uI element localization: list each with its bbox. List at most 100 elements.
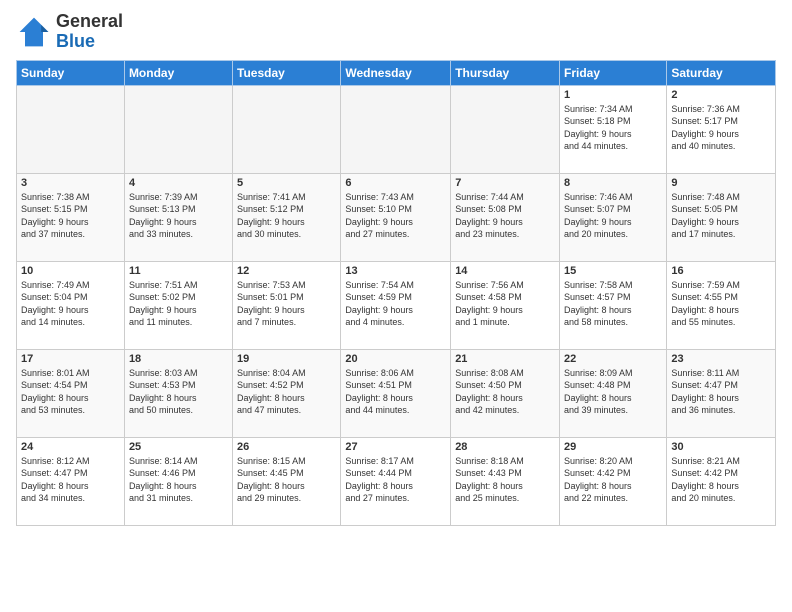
- calendar-cell: [341, 85, 451, 173]
- calendar-cell: [451, 85, 560, 173]
- day-number: 15: [564, 265, 662, 277]
- day-info: Sunrise: 7:36 AM Sunset: 5:17 PM Dayligh…: [671, 103, 771, 153]
- day-info: Sunrise: 8:01 AM Sunset: 4:54 PM Dayligh…: [21, 367, 120, 417]
- day-number: 9: [671, 177, 771, 189]
- weekday-header: Saturday: [667, 60, 776, 85]
- calendar-cell: 4Sunrise: 7:39 AM Sunset: 5:13 PM Daylig…: [124, 173, 232, 261]
- day-number: 28: [455, 441, 555, 453]
- day-info: Sunrise: 7:56 AM Sunset: 4:58 PM Dayligh…: [455, 279, 555, 329]
- calendar-cell: 16Sunrise: 7:59 AM Sunset: 4:55 PM Dayli…: [667, 261, 776, 349]
- day-number: 22: [564, 353, 662, 365]
- day-number: 13: [345, 265, 446, 277]
- day-info: Sunrise: 8:20 AM Sunset: 4:42 PM Dayligh…: [564, 455, 662, 505]
- day-number: 7: [455, 177, 555, 189]
- calendar-cell: 24 Sunrise: 8:12 AM Sunset: 4:47 PM Dayli…: [17, 437, 125, 525]
- day-number: 21: [455, 353, 555, 365]
- day-info: Sunrise: 8:04 AM Sunset: 4:52 PM Dayligh…: [237, 367, 336, 417]
- calendar-cell: 23 Sunrise: 8:11 AM Sunset: 4:47 PM Dayli…: [667, 349, 776, 437]
- day-number: 30: [671, 441, 771, 453]
- day-info: Sunrise: 8:18 AM Sunset: 4:43 PM Dayligh…: [455, 455, 555, 505]
- calendar-cell: 13 Sunrise: 7:54 AM Sunset: 4:59 PM Dayli…: [341, 261, 451, 349]
- day-info: Sunrise: 7:54 AM Sunset: 4:59 PM Dayligh…: [345, 279, 446, 329]
- day-info: Sunrise: 7:41 AM Sunset: 5:12 PM Dayligh…: [237, 191, 336, 241]
- day-number: 11: [129, 265, 228, 277]
- day-info: Sunrise: 8:09 AM Sunset: 4:48 PM Dayligh…: [564, 367, 662, 417]
- day-info: Sunrise: 7:53 AM Sunset: 5:01 PM Dayligh…: [237, 279, 336, 329]
- day-info: Sunrise: 7:44 AM Sunset: 5:08 PM Dayligh…: [455, 191, 555, 241]
- calendar-header-row: SundayMondayTuesdayWednesdayThursdayFrid…: [17, 60, 776, 85]
- calendar-cell: 18 Sunrise: 8:03 AM Sunset: 4:53 PM Dayli…: [124, 349, 232, 437]
- calendar-cell: 7 Sunrise: 7:44 AM Sunset: 5:08 PM Daylig…: [451, 173, 560, 261]
- header: General Blue: [16, 12, 776, 52]
- day-info: Sunrise: 8:06 AM Sunset: 4:51 PM Dayligh…: [345, 367, 446, 417]
- logo-icon: [16, 14, 52, 50]
- calendar-cell: [17, 85, 125, 173]
- day-number: 12: [237, 265, 336, 277]
- day-info: Sunrise: 7:49 AM Sunset: 5:04 PM Dayligh…: [21, 279, 120, 329]
- day-info: Sunrise: 8:11 AM Sunset: 4:47 PM Dayligh…: [671, 367, 771, 417]
- day-info: Sunrise: 7:46 AM Sunset: 5:07 PM Dayligh…: [564, 191, 662, 241]
- day-number: 25: [129, 441, 228, 453]
- weekday-header: Sunday: [17, 60, 125, 85]
- day-info: Sunrise: 8:14 AM Sunset: 4:46 PM Dayligh…: [129, 455, 228, 505]
- calendar-cell: 3 Sunrise: 7:38 AM Sunset: 5:15 PM Daylig…: [17, 173, 125, 261]
- weekday-header: Wednesday: [341, 60, 451, 85]
- calendar-cell: 29Sunrise: 8:20 AM Sunset: 4:42 PM Dayli…: [560, 437, 667, 525]
- calendar-cell: 11Sunrise: 7:51 AM Sunset: 5:02 PM Dayli…: [124, 261, 232, 349]
- day-number: 2: [671, 89, 771, 101]
- day-info: Sunrise: 8:12 AM Sunset: 4:47 PM Dayligh…: [21, 455, 120, 505]
- calendar-cell: 6 Sunrise: 7:43 AM Sunset: 5:10 PM Daylig…: [341, 173, 451, 261]
- day-number: 26: [237, 441, 336, 453]
- calendar-table: SundayMondayTuesdayWednesdayThursdayFrid…: [16, 60, 776, 526]
- day-number: 14: [455, 265, 555, 277]
- day-number: 20: [345, 353, 446, 365]
- page: General Blue SundayMondayTuesdayWednesda…: [0, 0, 792, 612]
- calendar-cell: 1 Sunrise: 7:34 AM Sunset: 5:18 PM Daylig…: [560, 85, 667, 173]
- day-info: Sunrise: 8:21 AM Sunset: 4:42 PM Dayligh…: [671, 455, 771, 505]
- calendar-cell: 9 Sunrise: 7:48 AM Sunset: 5:05 PM Daylig…: [667, 173, 776, 261]
- calendar-cell: 25 Sunrise: 8:14 AM Sunset: 4:46 PM Dayli…: [124, 437, 232, 525]
- weekday-header: Friday: [560, 60, 667, 85]
- calendar-cell: 17Sunrise: 8:01 AM Sunset: 4:54 PM Dayli…: [17, 349, 125, 437]
- calendar-week-row: 1 Sunrise: 7:34 AM Sunset: 5:18 PM Daylig…: [17, 85, 776, 173]
- day-info: Sunrise: 8:08 AM Sunset: 4:50 PM Dayligh…: [455, 367, 555, 417]
- calendar-cell: 22 Sunrise: 8:09 AM Sunset: 4:48 PM Dayli…: [560, 349, 667, 437]
- calendar-cell: 27Sunrise: 8:17 AM Sunset: 4:44 PM Dayli…: [341, 437, 451, 525]
- day-number: 27: [345, 441, 446, 453]
- day-number: 5: [237, 177, 336, 189]
- calendar-cell: [233, 85, 341, 173]
- day-number: 6: [345, 177, 446, 189]
- calendar-cell: 28 Sunrise: 8:18 AM Sunset: 4:43 PM Dayli…: [451, 437, 560, 525]
- day-number: 24: [21, 441, 120, 453]
- calendar-cell: 12 Sunrise: 7:53 AM Sunset: 5:01 PM Dayli…: [233, 261, 341, 349]
- calendar-cell: 26 Sunrise: 8:15 AM Sunset: 4:45 PM Dayli…: [233, 437, 341, 525]
- day-info: Sunrise: 8:15 AM Sunset: 4:45 PM Dayligh…: [237, 455, 336, 505]
- calendar-cell: 10 Sunrise: 7:49 AM Sunset: 5:04 PM Dayli…: [17, 261, 125, 349]
- weekday-header: Tuesday: [233, 60, 341, 85]
- calendar-cell: 15Sunrise: 7:58 AM Sunset: 4:57 PM Dayli…: [560, 261, 667, 349]
- weekday-header: Thursday: [451, 60, 560, 85]
- logo-text: General Blue: [56, 12, 123, 52]
- day-info: Sunrise: 7:34 AM Sunset: 5:18 PM Dayligh…: [564, 103, 662, 153]
- day-number: 18: [129, 353, 228, 365]
- calendar-cell: 21 Sunrise: 8:08 AM Sunset: 4:50 PM Dayli…: [451, 349, 560, 437]
- calendar-cell: 5 Sunrise: 7:41 AM Sunset: 5:12 PM Daylig…: [233, 173, 341, 261]
- day-info: Sunrise: 8:03 AM Sunset: 4:53 PM Dayligh…: [129, 367, 228, 417]
- day-number: 10: [21, 265, 120, 277]
- day-number: 1: [564, 89, 662, 101]
- calendar-cell: 8 Sunrise: 7:46 AM Sunset: 5:07 PM Daylig…: [560, 173, 667, 261]
- day-number: 8: [564, 177, 662, 189]
- calendar-cell: 20 Sunrise: 8:06 AM Sunset: 4:51 PM Dayli…: [341, 349, 451, 437]
- day-info: Sunrise: 7:38 AM Sunset: 5:15 PM Dayligh…: [21, 191, 120, 241]
- day-info: Sunrise: 7:48 AM Sunset: 5:05 PM Dayligh…: [671, 191, 771, 241]
- day-number: 23: [671, 353, 771, 365]
- calendar-week-row: 10 Sunrise: 7:49 AM Sunset: 5:04 PM Dayli…: [17, 261, 776, 349]
- calendar-cell: 2 Sunrise: 7:36 AM Sunset: 5:17 PM Daylig…: [667, 85, 776, 173]
- day-number: 3: [21, 177, 120, 189]
- day-info: Sunrise: 7:43 AM Sunset: 5:10 PM Dayligh…: [345, 191, 446, 241]
- weekday-header: Monday: [124, 60, 232, 85]
- day-number: 19: [237, 353, 336, 365]
- logo: General Blue: [16, 12, 123, 52]
- calendar-cell: [124, 85, 232, 173]
- calendar-cell: 19 Sunrise: 8:04 AM Sunset: 4:52 PM Dayli…: [233, 349, 341, 437]
